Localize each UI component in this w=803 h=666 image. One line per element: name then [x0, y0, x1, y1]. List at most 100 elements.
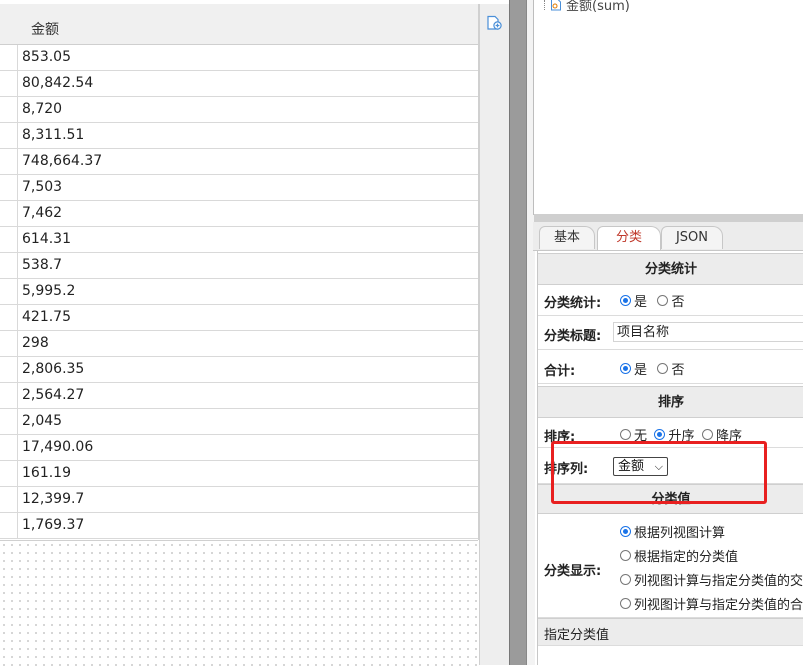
add-column-icon[interactable] — [486, 15, 502, 31]
total-label: 合计: — [544, 364, 576, 379]
radio-icon — [657, 363, 669, 374]
panel-divider[interactable] — [534, 214, 803, 222]
radio-label: 否 — [671, 295, 685, 310]
row-category-display: 分类显示: 根据列视图计算 根据指定的分类值 列视图计算与指定分类值的交集 列视… — [538, 514, 803, 618]
table-row[interactable]: 614.31 — [0, 227, 478, 253]
field-icon — [551, 0, 561, 11]
cell-amount: 8,311.51 — [22, 127, 85, 143]
column-header-amount[interactable]: 金额 — [31, 19, 59, 39]
cell-amount: 2,806.35 — [22, 361, 85, 377]
table-row[interactable]: 421.75 — [0, 305, 478, 331]
cell-amount: 614.31 — [22, 231, 71, 247]
radio-display-by-specified[interactable]: 根据指定的分类值 — [620, 543, 803, 567]
radio-stat-no[interactable]: 否 — [657, 291, 684, 310]
radio-selected-icon — [620, 363, 631, 374]
category-stat-label: 分类统计: — [544, 296, 602, 311]
radio-label: 列视图计算与指定分类值的合集 — [634, 597, 803, 613]
section-sort: 排序 — [538, 386, 803, 418]
table-row[interactable]: 2,806.35 — [0, 357, 478, 383]
radio-icon — [620, 573, 631, 585]
row-specified-values: 指定分类值 — [538, 618, 803, 646]
category-display-options: 根据列视图计算 根据指定的分类值 列视图计算与指定分类值的交集 列视图计算与指定… — [620, 519, 803, 615]
radio-label: 根据列视图计算 — [634, 525, 726, 541]
category-title-label: 分类标题: — [544, 329, 602, 344]
table-row[interactable]: 8,720 — [0, 97, 478, 123]
radio-label: 列视图计算与指定分类值的交集 — [634, 573, 803, 589]
cell-amount: 853.05 — [22, 49, 71, 65]
section-category-stats: 分类统计 — [538, 253, 803, 285]
radio-display-by-view[interactable]: 根据列视图计算 — [620, 519, 803, 543]
tree-line — [544, 0, 546, 10]
radio-icon — [701, 429, 713, 440]
table-row[interactable]: 5,995.2 — [0, 279, 478, 305]
radio-icon — [620, 429, 631, 440]
category-title-input[interactable]: 项目名称 — [613, 322, 803, 342]
grid-header: 金额 — [0, 4, 478, 45]
cell-amount: 8,720 — [22, 101, 63, 117]
radio-label: 是 — [634, 363, 648, 378]
grid-right-gutter — [479, 4, 510, 665]
row-total: 合计: 是 否 — [538, 350, 803, 384]
total-options: 是 否 — [620, 359, 690, 378]
radio-selected-icon — [620, 525, 631, 537]
radio-icon — [620, 549, 631, 561]
cell-amount: 2,045 — [22, 413, 63, 429]
cell-amount: 748,664.37 — [22, 153, 103, 169]
table-row[interactable]: 298 — [0, 331, 478, 357]
radio-icon — [657, 295, 669, 306]
cell-amount: 7,503 — [22, 179, 63, 195]
specified-values-label: 指定分类值 — [544, 628, 610, 643]
panel-splitter[interactable] — [509, 0, 535, 665]
radio-total-no[interactable]: 否 — [657, 359, 684, 378]
table-row[interactable]: 7,462 — [0, 201, 478, 227]
table-row[interactable]: 853.05 — [0, 45, 478, 71]
tab-category[interactable]: 分类 — [597, 226, 661, 250]
cell-amount: 538.7 — [22, 257, 63, 273]
table-row[interactable]: 7,503 — [0, 175, 478, 201]
tab-basic[interactable]: 基本 — [539, 226, 595, 249]
cell-amount: 80,842.54 — [22, 75, 94, 91]
category-stat-options: 是 否 — [620, 291, 690, 310]
radio-label: 是 — [634, 295, 648, 310]
tab-json[interactable]: JSON — [661, 226, 723, 249]
data-grid: 金额 853.05 80,842.54 8,720 8,311.51 748,6… — [0, 0, 510, 666]
table-row[interactable]: 161.19 — [0, 461, 478, 487]
radio-selected-icon — [654, 429, 666, 440]
table-row[interactable]: 748,664.37 — [0, 149, 478, 175]
empty-grid-area — [0, 540, 478, 666]
category-display-label: 分类显示: — [544, 564, 602, 579]
highlight-box — [551, 441, 767, 504]
cell-amount: 5,995.2 — [22, 283, 76, 299]
table-row[interactable]: 2,564.27 — [0, 383, 478, 409]
cell-amount: 2,564.27 — [22, 387, 85, 403]
cell-amount: 12,399.7 — [22, 491, 85, 507]
radio-stat-yes[interactable]: 是 — [620, 291, 647, 310]
radio-total-yes[interactable]: 是 — [620, 359, 647, 378]
radio-selected-icon — [620, 295, 631, 306]
cell-amount: 1,769.37 — [22, 517, 85, 533]
tree-node-label: 金额(sum) — [566, 0, 630, 14]
cell-amount: 298 — [22, 335, 49, 351]
table-row[interactable]: 8,311.51 — [0, 123, 478, 149]
cell-amount: 17,490.06 — [22, 439, 94, 455]
cell-amount: 421.75 — [22, 309, 71, 325]
table-row[interactable]: 12,399.7 — [0, 487, 478, 513]
table-row[interactable]: 538.7 — [0, 253, 478, 279]
cell-amount: 7,462 — [22, 205, 63, 221]
radio-display-union[interactable]: 列视图计算与指定分类值的合集 — [620, 591, 803, 615]
tree-node-amount-sum[interactable]: 金额(sum) — [550, 0, 630, 14]
cell-amount: 161.19 — [22, 465, 71, 481]
table-row[interactable]: 1,769.37 — [0, 513, 478, 539]
table-row[interactable]: 2,045 — [0, 409, 478, 435]
row-category-title: 分类标题: 项目名称 — [538, 316, 803, 350]
radio-display-intersection[interactable]: 列视图计算与指定分类值的交集 — [620, 567, 803, 591]
row-category-stat: 分类统计: 是 否 — [538, 285, 803, 316]
radio-label: 否 — [671, 363, 685, 378]
radio-icon — [620, 597, 631, 609]
radio-label: 根据指定的分类值 — [634, 549, 739, 565]
grid-rows: 853.05 80,842.54 8,720 8,311.51 748,664.… — [0, 45, 478, 539]
field-tree: 金额(sum) — [533, 0, 803, 222]
table-row[interactable]: 80,842.54 — [0, 71, 478, 97]
property-tabs: 基本 分类 JSON — [533, 222, 803, 251]
table-row[interactable]: 17,490.06 — [0, 435, 478, 461]
